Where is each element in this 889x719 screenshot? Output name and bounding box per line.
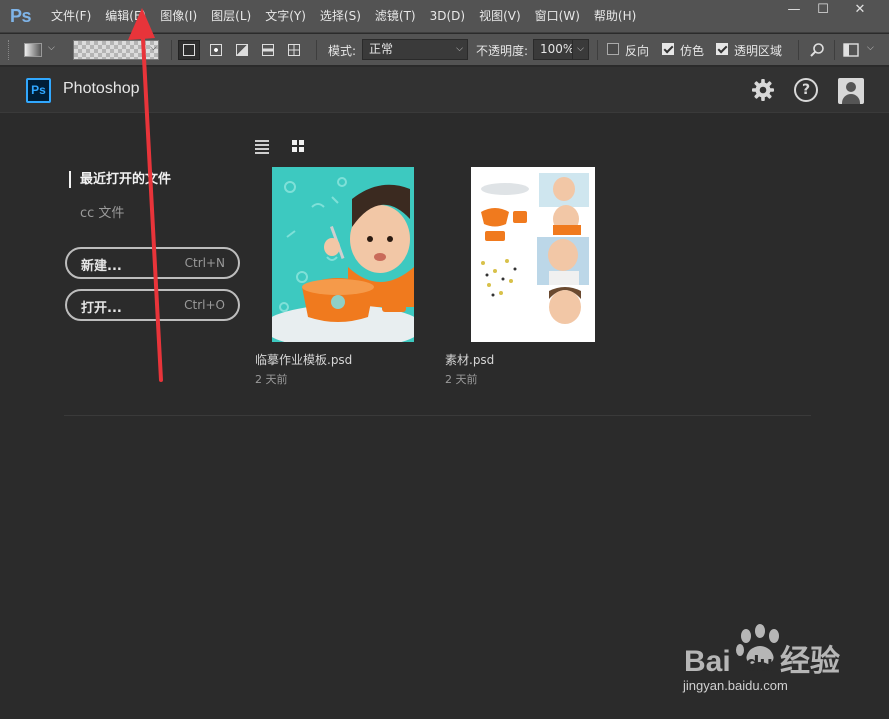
file-thumbnail[interactable]	[471, 167, 595, 342]
menu-file[interactable]: 文件(F)	[44, 0, 98, 33]
help-icon: ?	[794, 78, 818, 102]
open-file-label: 打开...	[81, 301, 122, 316]
transparency-label: 透明区域	[734, 44, 783, 58]
dither-checkbox[interactable]	[662, 43, 674, 55]
mode-value: 正常	[369, 42, 394, 56]
nav-recent-files[interactable]: 最近打开的文件	[69, 171, 171, 188]
chevron-down-icon: ⌵	[577, 44, 584, 54]
grid-view-icon[interactable]	[292, 140, 305, 153]
file-date: 2 天前	[255, 373, 288, 386]
watermark-url: jingyan.baidu.com	[683, 678, 788, 693]
list-view-icon[interactable]	[255, 140, 269, 154]
minimize-button[interactable]: —	[779, 0, 809, 20]
menu-filter[interactable]: 滤镜(T)	[368, 0, 423, 33]
user-icon-body	[842, 94, 860, 104]
dither-label: 仿色	[680, 44, 705, 58]
nav-cc-files[interactable]: cc 文件	[80, 202, 124, 221]
user-icon-head	[846, 82, 856, 92]
opacity-value: 100%	[540, 42, 575, 56]
section-divider	[64, 415, 811, 416]
menu-view[interactable]: 视图(V)	[472, 0, 528, 33]
materials-preview	[471, 167, 595, 342]
divider	[597, 40, 598, 60]
reverse-label: 反向	[625, 44, 650, 58]
svg-text:du: du	[746, 651, 773, 676]
app-title: Photoshop	[63, 80, 140, 97]
help-button[interactable]: ?	[793, 77, 819, 103]
options-bar-grip[interactable]	[8, 40, 11, 60]
diamond-gradient-button[interactable]	[283, 40, 305, 60]
mode-select[interactable]: 正常 ⌵	[362, 39, 468, 60]
radial-gradient-icon	[210, 44, 222, 56]
linear-gradient-icon	[183, 44, 195, 56]
divider	[171, 40, 172, 60]
radial-gradient-button[interactable]	[205, 40, 227, 60]
divider	[798, 40, 799, 60]
diamond-gradient-icon	[288, 44, 300, 56]
divider	[834, 40, 835, 60]
linear-gradient-button[interactable]	[178, 40, 200, 60]
new-file-button[interactable]: 新建... Ctrl+N	[65, 247, 240, 279]
workspace-icon[interactable]	[843, 43, 859, 57]
opacity-input[interactable]: 100%	[533, 39, 575, 60]
file-thumbnail[interactable]	[272, 167, 414, 342]
menu-help[interactable]: 帮助(H)	[587, 0, 643, 33]
open-file-button[interactable]: 打开... Ctrl+O	[65, 289, 240, 321]
menu-window[interactable]: 窗口(W)	[528, 0, 587, 33]
menu-edit[interactable]: 编辑(E)	[98, 0, 153, 33]
transparency-checkbox[interactable]	[716, 43, 728, 55]
gradient-preview[interactable]	[73, 40, 159, 60]
menu-3d[interactable]: 3D(D)	[423, 0, 472, 33]
maximize-button[interactable]: ☐	[808, 0, 838, 20]
ps-app-icon[interactable]: Ps	[10, 6, 32, 27]
open-file-shortcut: Ctrl+O	[184, 298, 225, 312]
menu-bar: Ps 文件(F) 编辑(E) 图像(I) 图层(L) 文字(Y) 选择(S) 滤…	[0, 0, 889, 33]
divider	[316, 40, 317, 60]
user-avatar[interactable]	[838, 78, 864, 104]
close-button[interactable]: ✕	[837, 0, 883, 20]
menu-type[interactable]: 文字(Y)	[258, 0, 313, 33]
menu-image[interactable]: 图像(I)	[153, 0, 204, 33]
menu-layer[interactable]: 图层(L)	[204, 0, 258, 33]
gear-icon-svg	[752, 79, 774, 101]
workspace-chevron-icon[interactable]: ⌵	[867, 43, 874, 53]
svg-text:经验: 经验	[780, 644, 840, 678]
angle-gradient-button[interactable]	[231, 40, 253, 60]
search-icon[interactable]	[809, 42, 825, 58]
chevron-down-icon: ⌵	[456, 44, 463, 54]
svg-text:Bai: Bai	[684, 645, 731, 678]
file-date: 2 天前	[445, 373, 478, 386]
menu-select[interactable]: 选择(S)	[313, 0, 368, 33]
mode-label: 模式:	[328, 44, 357, 58]
options-bar: ⌵ ⌵ 模式: 正常 ⌵ 不透明度: 100% ⌵ 反向 仿色 透明区域 ⌵	[0, 34, 889, 66]
file-name[interactable]: 临摹作业模板.psd	[255, 351, 352, 368]
baby-template-preview	[272, 167, 414, 342]
chevron-down-icon[interactable]: ⌵	[48, 43, 55, 53]
menu: 文件(F) 编辑(E) 图像(I) 图层(L) 文字(Y) 选择(S) 滤镜(T…	[44, 0, 643, 33]
reflected-gradient-icon	[262, 44, 274, 56]
workspace-header: Ps Photoshop ?	[0, 67, 889, 113]
file-name[interactable]: 素材.psd	[445, 351, 494, 368]
photoshop-logo: Ps	[26, 78, 51, 103]
opacity-label: 不透明度:	[476, 44, 529, 58]
reverse-checkbox[interactable]	[607, 43, 619, 55]
gradient-tool-icon[interactable]	[24, 43, 42, 57]
angle-gradient-icon	[236, 44, 248, 56]
reflected-gradient-button[interactable]	[257, 40, 279, 60]
gear-icon[interactable]	[750, 77, 776, 103]
new-file-label: 新建...	[81, 259, 122, 274]
opacity-dropdown[interactable]: ⌵	[572, 39, 589, 60]
gradient-picker-chevron-icon[interactable]: ⌵	[150, 43, 157, 53]
new-file-shortcut: Ctrl+N	[184, 256, 225, 270]
